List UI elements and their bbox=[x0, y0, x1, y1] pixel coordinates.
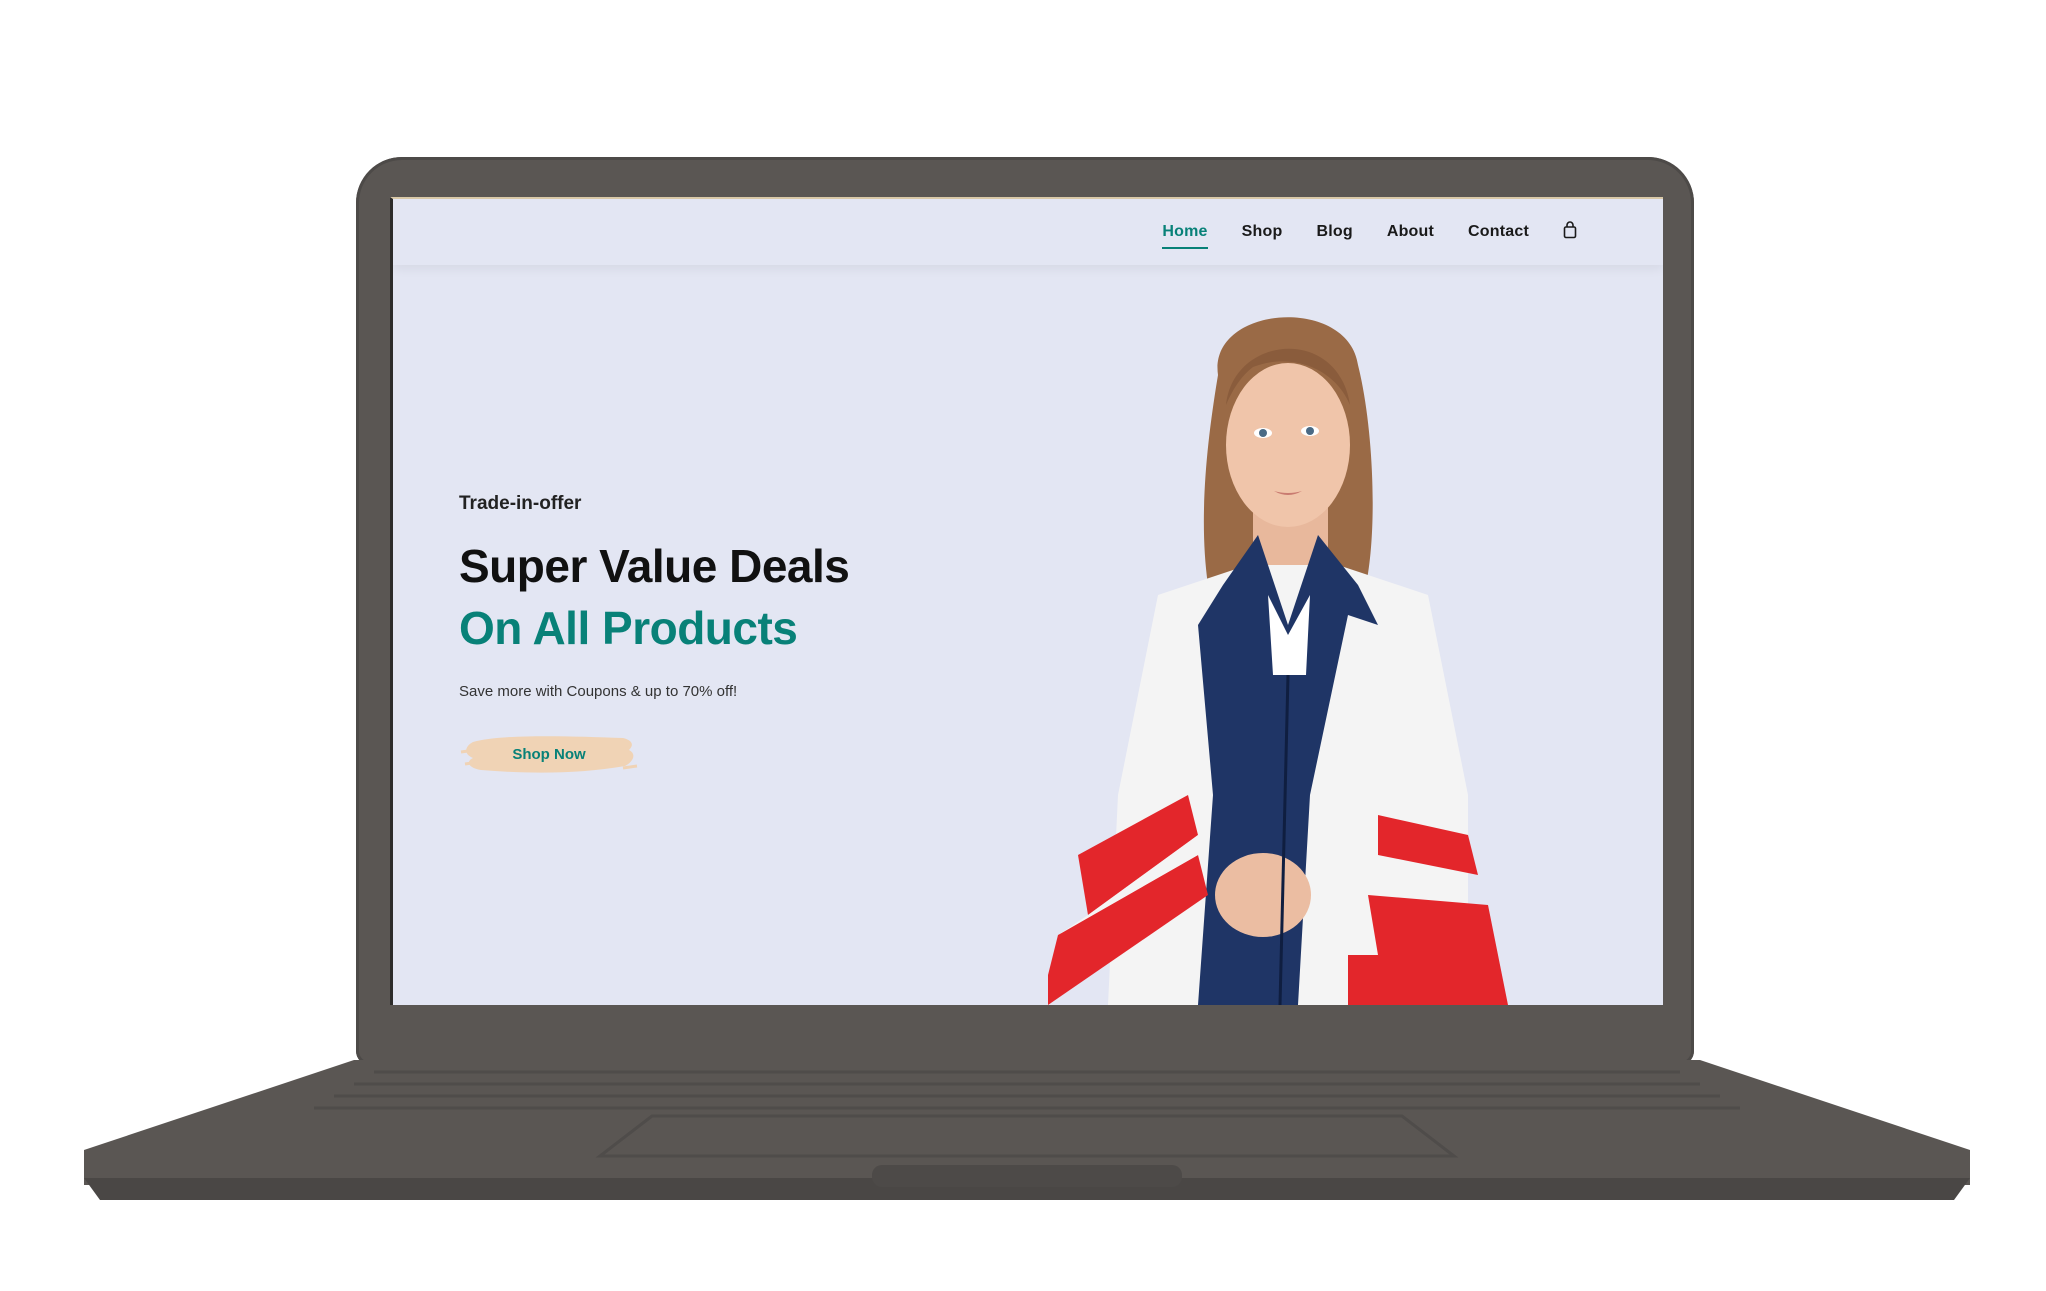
hero-subtext: Save more with Coupons & up to 70% off! bbox=[459, 683, 738, 700]
hero-text: Trade-in-offer Super Value Deals On All … bbox=[459, 493, 850, 780]
hero-headline: Super Value Deals bbox=[459, 540, 850, 592]
offer-label: Trade-in-offer bbox=[459, 493, 582, 514]
shop-now-label: Shop Now bbox=[512, 745, 586, 763]
hero-section: Trade-in-offer Super Value Deals On All … bbox=[393, 265, 1663, 1005]
nav-link-blog[interactable]: Blog bbox=[1316, 223, 1352, 241]
nav-link-shop[interactable]: Shop bbox=[1242, 223, 1283, 241]
shop-now-button[interactable]: Shop Now bbox=[459, 728, 639, 780]
browser-screen: Home Shop Blog About Contact Trade-in-of… bbox=[390, 197, 1663, 1005]
cart-link[interactable] bbox=[1563, 220, 1577, 244]
shopping-bag-icon[interactable] bbox=[1563, 220, 1577, 239]
model-image bbox=[1048, 317, 1508, 1005]
nav-link-contact[interactable]: Contact bbox=[1468, 223, 1529, 241]
hero-headline-accent: On All Products bbox=[459, 602, 798, 654]
nav-link-home[interactable]: Home bbox=[1162, 223, 1208, 249]
laptop-base bbox=[84, 1060, 1970, 1210]
navbar: Home Shop Blog About Contact bbox=[393, 199, 1663, 265]
nav-menu: Home Shop Blog About Contact bbox=[1162, 199, 1577, 265]
nav-link-about[interactable]: About bbox=[1387, 223, 1434, 241]
